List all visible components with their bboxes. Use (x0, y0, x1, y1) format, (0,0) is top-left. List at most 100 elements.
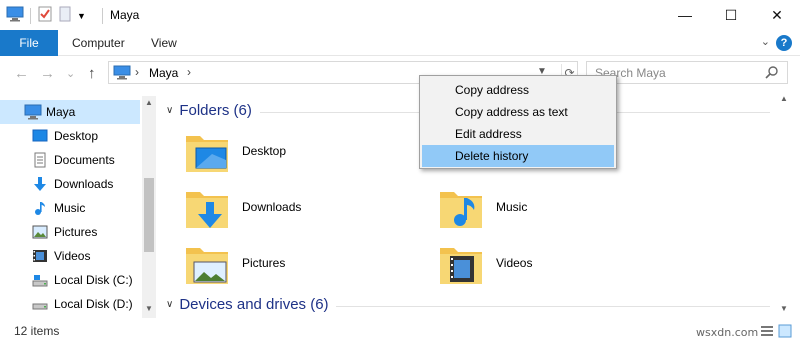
address-separator[interactable]: › (187, 65, 191, 79)
scroll-up-icon[interactable]: ▲ (145, 98, 153, 107)
computer-icon (24, 104, 42, 120)
navigation-bar: ← → ⌄ ↑ › Maya › ▼ ⟳ Search Maya (0, 57, 800, 89)
menu-item-copy-address[interactable]: Copy address (422, 79, 614, 101)
forward-button[interactable]: → (40, 65, 55, 82)
ribbon: File Computer View ⌄ ? (0, 30, 800, 56)
recent-locations-button[interactable]: ⌄ (66, 67, 75, 80)
music-icon (32, 200, 48, 216)
sidebar-item-music[interactable]: Music (0, 196, 140, 220)
sidebar-item-label: Desktop (54, 129, 99, 143)
chevron-down-icon[interactable]: ∨ (166, 105, 173, 116)
window-title: Maya (110, 8, 140, 22)
devices-group-header[interactable]: ∨ Devices and drives (6) (166, 296, 329, 313)
tab-computer[interactable]: Computer (72, 30, 125, 56)
sidebar-item-label: Local Disk (D:) (54, 297, 133, 311)
music-folder-icon (436, 184, 486, 232)
quick-access-toolbar: ▼ (6, 6, 86, 25)
computer-icon (6, 6, 24, 25)
folder-item-desktop[interactable]: Desktop (182, 128, 412, 178)
pictures-icon (32, 224, 48, 240)
scroll-down-icon[interactable]: ▼ (145, 304, 153, 313)
customize-toolbar-icon[interactable]: ▼ (77, 11, 86, 21)
menu-item-label: Copy address (455, 83, 530, 97)
sidebar-item-label: Music (54, 201, 86, 215)
ribbon-collapse-icon[interactable]: ⌄ (761, 35, 770, 48)
sidebar-item-videos[interactable]: Videos (0, 244, 140, 268)
details-view-icon[interactable] (760, 324, 774, 341)
sidebar-item-maya[interactable]: Maya (0, 100, 140, 124)
sidebar-item-label: Maya (46, 105, 76, 119)
title-separator (102, 8, 103, 24)
downloads-folder-icon (182, 184, 232, 232)
sidebar-item-desktop[interactable]: Desktop (0, 124, 140, 148)
item-count: 12 items (14, 324, 60, 338)
folder-item-pictures[interactable]: Pictures (182, 240, 412, 290)
sidebar-item-label: Documents (54, 153, 115, 167)
address-separator[interactable]: › (135, 65, 139, 79)
search-icon[interactable] (765, 65, 779, 82)
sidebar-item-documents[interactable]: Documents (0, 148, 140, 172)
folder-item-videos[interactable]: Videos (436, 240, 666, 290)
folder-label: Desktop (242, 144, 287, 158)
title-bar: ▼ Maya — ☐ ✕ (0, 0, 800, 32)
folder-item-music[interactable]: Music (436, 184, 666, 234)
new-folder-icon[interactable] (57, 6, 73, 25)
minimize-button[interactable]: — (662, 0, 708, 30)
videos-folder-icon (436, 240, 486, 288)
watermark: wsxdn.com (696, 326, 759, 339)
local-disk-c-icon (32, 272, 48, 288)
group-divider (336, 306, 770, 307)
videos-icon (32, 248, 48, 264)
scroll-down-icon[interactable]: ▼ (780, 304, 788, 313)
sidebar-item-label: Videos (54, 249, 91, 263)
menu-item-delete-history[interactable]: Delete history (422, 145, 614, 167)
scroll-up-icon[interactable]: ▲ (780, 94, 788, 103)
folder-label: Downloads (242, 200, 302, 214)
documents-icon (32, 152, 48, 168)
menu-item-label: Delete history (455, 149, 529, 163)
chevron-down-icon[interactable]: ∨ (166, 299, 173, 310)
sidebar-item-pictures[interactable]: Pictures (0, 220, 140, 244)
menu-item-label: Copy address as text (455, 105, 568, 119)
sidebar-item-local-disk-c[interactable]: Local Disk (C:) (0, 268, 140, 292)
folder-item-downloads[interactable]: Downloads (182, 184, 412, 234)
content-scrollbar[interactable]: ▲ ▼ (776, 92, 792, 318)
close-button[interactable]: ✕ (754, 0, 800, 30)
sidebar-item-downloads[interactable]: Downloads (0, 172, 140, 196)
large-icons-view-icon[interactable] (778, 324, 792, 341)
address-context-menu: Copy address Copy address as text Edit a… (419, 75, 617, 169)
tab-file[interactable]: File (0, 30, 58, 56)
desktop-folder-icon (182, 128, 232, 176)
folder-label: Pictures (242, 256, 286, 270)
tab-view[interactable]: View (151, 30, 177, 56)
status-bar: 12 items wsxdn.com (0, 320, 800, 343)
sidebar-item-label: Downloads (54, 177, 114, 191)
devices-header-text: Devices and drives (6) (179, 296, 329, 313)
folders-header-text: Folders (6) (179, 102, 252, 119)
address-location[interactable]: Maya (149, 66, 178, 80)
downloads-icon (32, 176, 48, 192)
folder-label: Music (496, 200, 528, 214)
back-button[interactable]: ← (14, 65, 29, 82)
computer-icon (113, 65, 131, 83)
toolbar-separator (30, 7, 31, 24)
folders-group-header[interactable]: ∨ Folders (6) (166, 102, 252, 119)
pictures-folder-icon (182, 240, 232, 288)
navigation-pane: Maya Desktop Documents Downloads Music P… (0, 96, 158, 318)
help-icon[interactable]: ? (776, 35, 792, 51)
desktop-icon (32, 128, 48, 144)
local-disk-d-icon (32, 296, 48, 312)
sidebar-item-label: Local Disk (C:) (54, 273, 133, 287)
up-button[interactable]: ↑ (88, 65, 96, 82)
sidebar-scrollbar[interactable]: ▲ ▼ (142, 96, 156, 318)
sidebar-item-label: Pictures (54, 225, 98, 239)
maximize-button[interactable]: ☐ (708, 0, 754, 30)
menu-item-label: Edit address (455, 127, 522, 141)
sidebar-scroll-thumb[interactable] (144, 178, 154, 252)
menu-item-copy-address-as-text[interactable]: Copy address as text (422, 101, 614, 123)
properties-icon[interactable] (37, 6, 53, 25)
view-switcher (760, 324, 792, 341)
menu-item-edit-address[interactable]: Edit address (422, 123, 614, 145)
sidebar-item-local-disk-d[interactable]: Local Disk (D:) (0, 292, 140, 316)
folder-label: Videos (496, 256, 533, 270)
